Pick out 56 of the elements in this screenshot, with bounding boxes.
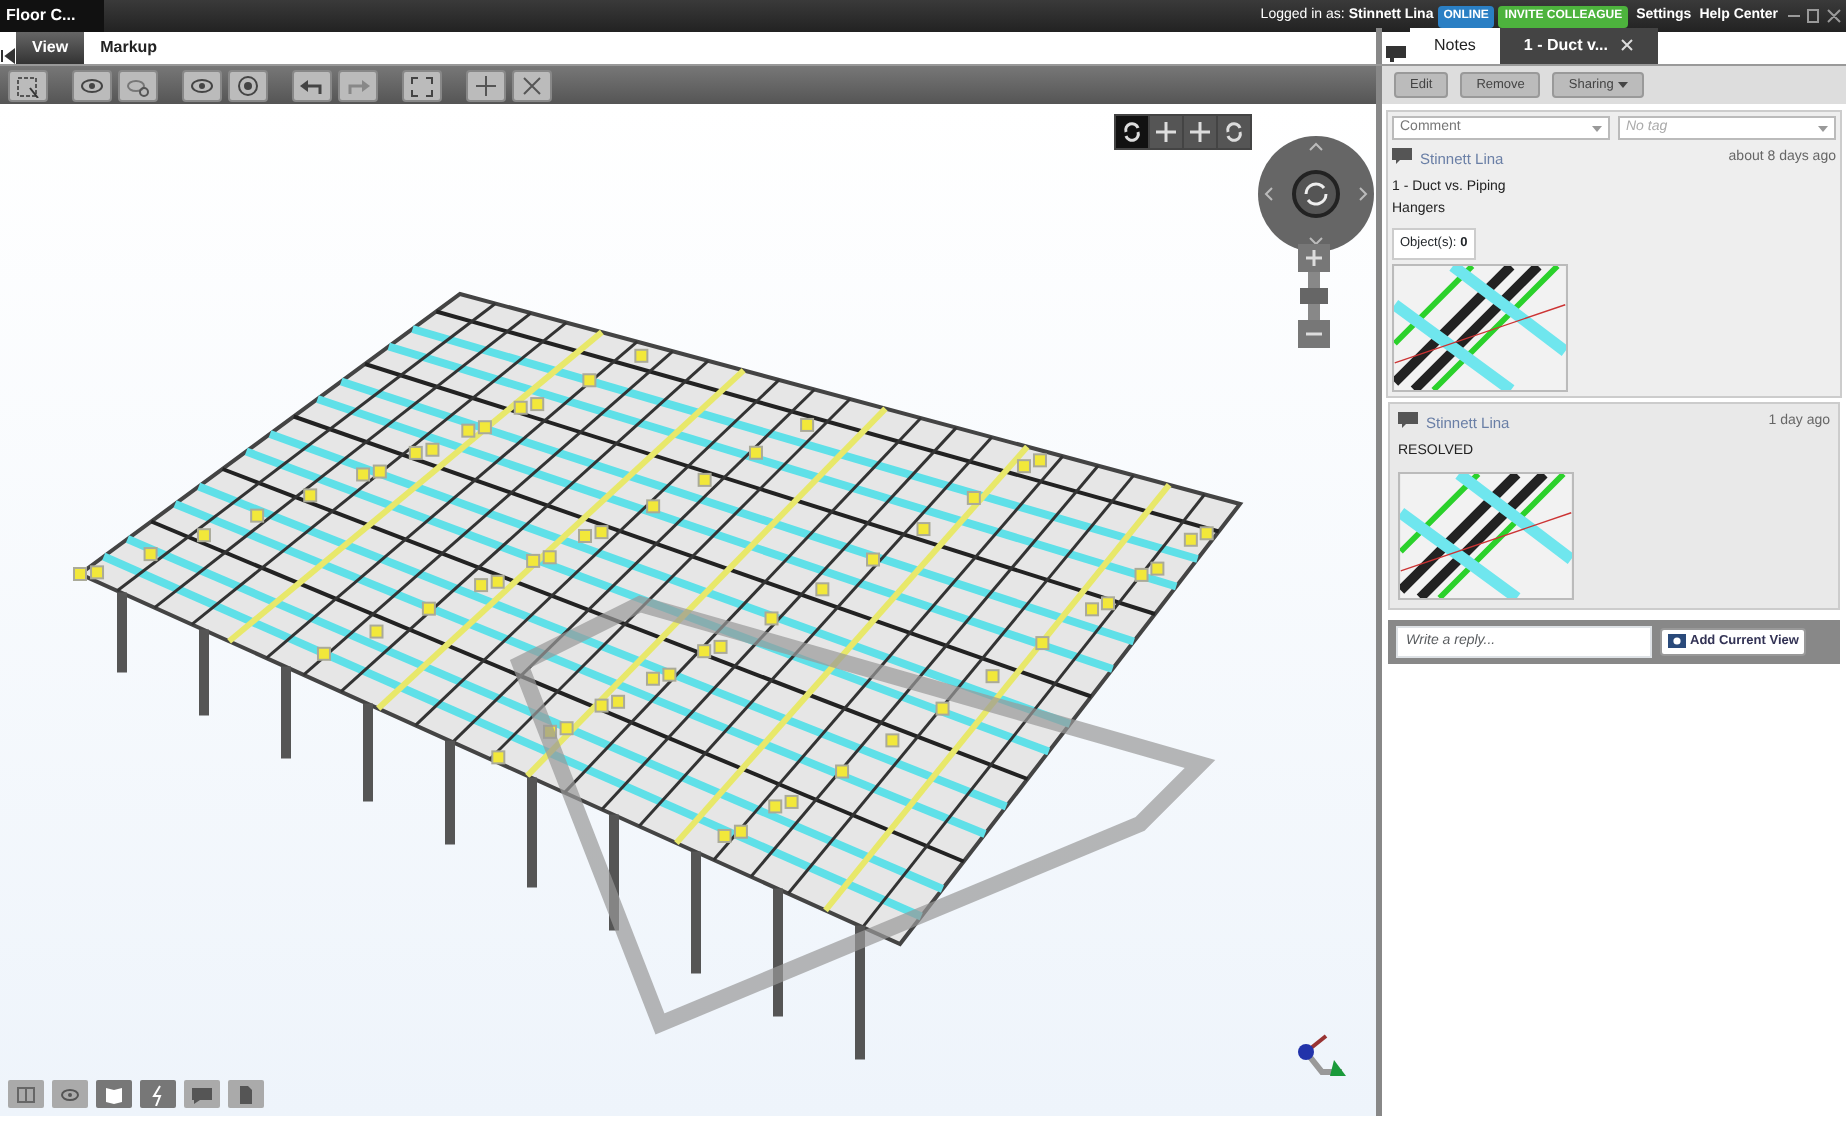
- comment-icon: [1392, 148, 1412, 164]
- window-title: Floor C...: [0, 0, 104, 32]
- comment-button[interactable]: [184, 1080, 220, 1108]
- fit-view-icon: [408, 73, 436, 97]
- document-button[interactable]: [228, 1080, 264, 1108]
- eye-button[interactable]: [228, 69, 268, 101]
- view-tab[interactable]: Markup: [84, 32, 174, 64]
- eye-button[interactable]: [182, 69, 222, 101]
- comment-icon: [190, 1083, 214, 1105]
- view-thumbnail[interactable]: [1398, 471, 1574, 600]
- pan-icon: [1154, 119, 1178, 144]
- caret-icon: [1617, 82, 1628, 88]
- pan-button[interactable]: [1184, 116, 1216, 148]
- panel-tab[interactable]: 1 - Duct v...: [1499, 28, 1658, 64]
- eye-button[interactable]: [52, 1080, 88, 1108]
- navigation-wheel[interactable]: [1256, 134, 1376, 254]
- notes-panel-icon[interactable]: [1382, 44, 1410, 64]
- eye-icon: [78, 73, 106, 97]
- caret-icon: [1818, 125, 1828, 131]
- camera-icon: [1668, 634, 1686, 649]
- pan-icon: [1188, 119, 1212, 144]
- model-button[interactable]: [8, 1080, 44, 1108]
- hide-button[interactable]: [118, 69, 158, 101]
- close-button[interactable]: [512, 69, 552, 101]
- zoom-out-button[interactable]: [1298, 320, 1330, 348]
- eye-icon: [58, 1083, 82, 1105]
- caret-icon: [1592, 125, 1602, 131]
- zoom-in-button[interactable]: [1298, 244, 1330, 272]
- comment-icon: [1398, 412, 1418, 428]
- rotate-icon: [1222, 119, 1246, 144]
- window-controls-icon[interactable]: [1786, 8, 1846, 24]
- eye-button[interactable]: [72, 69, 112, 101]
- view-thumbnail[interactable]: [1392, 264, 1568, 392]
- lightning-button[interactable]: [140, 1080, 176, 1108]
- book-icon: [102, 1083, 126, 1105]
- fit-view-button[interactable]: [402, 69, 442, 101]
- eye-icon: [188, 73, 216, 97]
- crosshair-button[interactable]: [466, 69, 506, 101]
- axes-icon: [1298, 1034, 1346, 1076]
- view-tab[interactable]: View: [16, 32, 85, 64]
- document-icon: [234, 1083, 258, 1105]
- model-icon: [14, 1083, 38, 1105]
- select-button[interactable]: [8, 69, 48, 101]
- close-icon[interactable]: [1620, 38, 1634, 53]
- pan-button[interactable]: [1150, 116, 1182, 148]
- orbit-button[interactable]: [1116, 116, 1148, 148]
- orbit-icon: [1120, 119, 1144, 144]
- collapse-icon[interactable]: [0, 48, 16, 64]
- crosshair-icon: [472, 73, 500, 97]
- close-icon: [518, 73, 546, 97]
- select-icon: [14, 73, 42, 97]
- rotate-button[interactable]: [1218, 116, 1250, 148]
- eye-icon: [234, 73, 262, 97]
- zoom-thumb[interactable]: [1300, 288, 1328, 304]
- undo-button[interactable]: [292, 69, 332, 101]
- book-button[interactable]: [96, 1080, 132, 1108]
